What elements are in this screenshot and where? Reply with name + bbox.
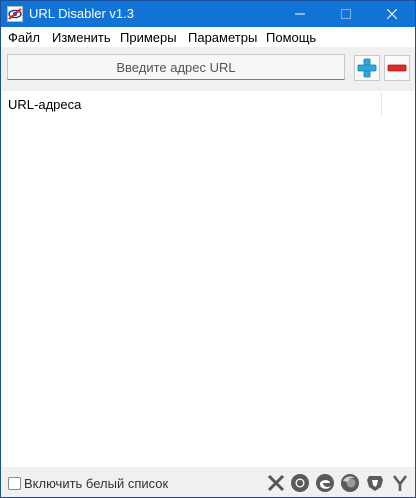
menu-edit[interactable]: Изменить	[52, 30, 111, 45]
remove-url-button[interactable]	[384, 55, 410, 81]
minimize-icon	[295, 13, 305, 15]
yandex-icon[interactable]	[390, 473, 410, 493]
url-column-header[interactable]: URL-адреса	[1, 91, 415, 117]
column-divider[interactable]	[381, 93, 382, 115]
minimize-button[interactable]	[277, 1, 323, 27]
url-column-label: URL-адреса	[8, 97, 82, 112]
menu-settings[interactable]: Параметры	[188, 30, 257, 45]
close-icon	[387, 9, 397, 19]
app-logo-icon	[7, 6, 23, 22]
menu-examples[interactable]: Примеры	[120, 30, 177, 45]
menu-file[interactable]: Файл	[8, 30, 40, 45]
title-bar[interactable]: URL Disabler v1.3	[1, 1, 415, 27]
app-window: URL Disabler v1.3 Файл Изменить Примеры …	[0, 0, 416, 498]
close-button[interactable]	[369, 1, 415, 27]
menu-help[interactable]: Помощь	[266, 30, 316, 45]
url-list[interactable]: URL-адреса	[1, 91, 415, 467]
firefox-icon[interactable]	[340, 473, 360, 493]
whitelist-checkbox[interactable]	[8, 477, 21, 490]
edge-icon[interactable]	[315, 473, 335, 493]
toolbar	[1, 47, 415, 91]
maximize-button[interactable]	[323, 1, 369, 27]
maximize-icon	[341, 9, 351, 19]
plus-icon	[357, 58, 377, 78]
whitelist-label[interactable]: Включить белый список	[24, 476, 168, 491]
brave-icon[interactable]	[365, 473, 385, 493]
menu-bar: Файл Изменить Примеры Параметры Помощь	[1, 27, 415, 47]
add-url-button[interactable]	[354, 55, 380, 81]
url-input[interactable]	[7, 54, 345, 80]
window-title: URL Disabler v1.3	[29, 6, 135, 21]
minus-icon	[387, 64, 407, 72]
status-bar: Включить белый список	[1, 467, 415, 497]
close-all-icon[interactable]	[266, 473, 286, 493]
chrome-icon[interactable]	[290, 473, 310, 493]
